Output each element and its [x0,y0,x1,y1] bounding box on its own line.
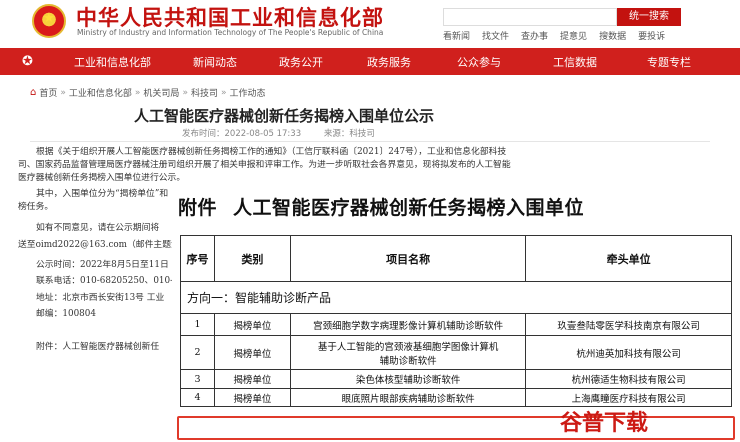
cell-number: 3 [180,369,215,389]
award-table: 序号 类别 项目名称 牵头单位 方向一：智能辅助诊断产品 1 揭榜单位 宫颈细胞… [180,235,732,407]
top-link-services[interactable]: 查办事 [521,29,548,42]
nav-item-topics[interactable]: 专题专栏 [647,54,691,70]
nav-item-news[interactable]: 新闻动态 [193,54,237,70]
article-paragraph-line: 司、国家药品监督管理局医疗器械注册司组织开展了相关申报和评审工作。为进一步听取社… [18,160,511,170]
nav-item-ministry[interactable]: 工业和信息化部 [74,54,151,70]
attachment-link[interactable]: 附件：人工智能医疗器械创新任 [36,341,159,354]
attachment-heading: 人工智能医疗器械创新任务揭榜入围单位 [233,197,585,219]
cell-type: 揭榜单位 [213,369,291,389]
nav-item-disclosure[interactable]: 政务公开 [279,54,323,70]
search-button[interactable]: 统一搜索 [617,8,681,26]
article-paragraph-line: 其中，入围单位分为“揭榜单位”和 [36,189,169,199]
cell-project: 宫颈细胞学数字病理影像计算机辅助诊断软件 [289,313,527,336]
article-paragraph-line: 如有不同意见，请在公示期间将 [36,223,160,233]
breadcrumb-science-dept[interactable]: 科技司 [191,86,218,99]
top-link-news[interactable]: 看新闻 [443,29,470,42]
national-emblem-icon [32,4,66,38]
watermark-logo: 谷普下载 [560,411,649,436]
cell-lead: 杭州德适生物科技有限公司 [525,369,732,389]
table-row: 2 揭榜单位 基于人工智能的宫颈液基细胞学图像计算机 辅助诊断软件 杭州迪英加科… [180,335,732,370]
attachment-title: 附件 人工智能医疗器械创新任务揭榜入围单位 [178,193,584,220]
breadcrumb-separator: » [134,87,141,98]
cell-number: 1 [180,313,215,336]
table-row: 3 揭榜单位 染色体核型辅助诊断软件 杭州德适生物科技有限公司 [180,369,732,389]
breadcrumb-separator: » [182,87,188,98]
site-subtitle: Ministry of Industry and Information Tec… [77,28,384,37]
top-link-files[interactable]: 找文件 [482,29,509,42]
emblem-nav-icon[interactable]: ✪ [22,54,33,69]
table-section-row: 方向一：智能辅助诊断产品 [180,281,732,314]
cell-project: 染色体核型辅助诊断软件 [289,369,527,389]
cell-lead: 上海鹰瞳医疗科技有限公司 [525,388,732,407]
col-header-lead: 牵头单位 [525,235,732,282]
section-heading: 方向一：智能辅助诊断产品 [180,281,732,314]
col-header-type: 类别 [213,235,291,282]
cell-type: 揭榜单位 [213,388,291,407]
cell-project: 眼底照片眼部疾病辅助诊断软件 [289,388,527,407]
breadcrumb-separator: » [220,87,227,98]
contact-phone: 联系电话：010-68205250、010-883 [36,276,190,286]
highlight-box [177,416,735,440]
top-link-feedback[interactable]: 提意见 [560,29,587,42]
top-link-complaint[interactable]: 要投诉 [638,29,665,42]
breadcrumb-work-news[interactable]: 工作动态 [229,86,265,99]
article-paragraph-line: 根据《关于组织开展人工智能医疗器械创新任务揭榜工作的通知》（工信厅联科函〔202… [36,147,507,157]
nav-item-services[interactable]: 政务服务 [367,54,411,70]
breadcrumb: ⌂ 首页 » 工业和信息化部 » 机关司局 » 科技司 » 工作动态 [30,86,266,99]
article-paragraph-line: 榜任务。 [18,202,54,212]
home-icon: ⌂ [30,87,37,98]
article-paragraph-line: 医疗器械创新任务揭榜入围单位进行公示。 [18,173,186,183]
title-divider [30,141,710,142]
article-paragraph-line: 送至oimd2022@163.com（邮件主题注明 [18,240,189,250]
site-header: 中华人民共和国工业和信息化部 Ministry of Industry and … [0,0,740,44]
contact-address: 地址：北京市西长安街13号 工业 [36,293,165,303]
search-input[interactable] [443,8,617,26]
col-header-number: 序号 [180,235,215,282]
breadcrumb-ministry[interactable]: 工业和信息化部 [69,86,132,99]
nav-item-participation[interactable]: 公众参与 [457,54,501,70]
cell-type: 揭榜单位 [213,313,291,336]
cell-project-line: 基于人工智能的宫颈液基细胞学图像计算机 [317,341,499,353]
cell-type: 揭榜单位 [213,335,291,370]
publish-time: 发布时间：2022-08-05 17:33 [182,129,302,139]
main-nav: ✪ 工业和信息化部 新闻动态 政务公开 政务服务 公众参与 工信数据 专题专栏 [0,48,740,75]
breadcrumb-home[interactable]: 首页 [39,86,57,99]
article-source: 来源：科技司 [323,129,375,139]
cell-project-line: 辅助诊断软件 [379,355,437,367]
page-title: 人工智能医疗器械创新任务揭榜入围单位公示 [134,107,435,125]
cell-number: 2 [180,335,215,370]
cell-lead: 玖壹叁陆零医学科技南京有限公司 [525,313,732,336]
announcement-period: 公示时间：2022年8月5日至11日 [36,260,169,270]
top-link-data[interactable]: 搜数据 [599,29,626,42]
top-links: 看新闻 找文件 查办事 提意见 搜数据 要投诉 [443,29,665,42]
nav-item-data[interactable]: 工信数据 [553,54,597,70]
article-meta: 发布时间：2022-08-05 17:33 来源：科技司 [182,127,395,139]
table-row: 4 揭榜单位 眼底照片眼部疾病辅助诊断软件 上海鹰瞳医疗科技有限公司 [180,388,732,407]
cell-number: 4 [180,388,215,407]
postal-code: 邮编：100804 [36,309,96,319]
breadcrumb-departments[interactable]: 机关司局 [143,86,179,99]
table-header-row: 序号 类别 项目名称 牵头单位 [180,235,732,282]
col-header-project: 项目名称 [289,235,527,282]
table-row: 1 揭榜单位 宫颈细胞学数字病理影像计算机辅助诊断软件 玖壹叁陆零医学科技南京有… [180,313,732,336]
attachment-preview: 附件 人工智能医疗器械创新任务揭榜入围单位 序号 类别 项目名称 牵头单位 方向一… [172,187,740,442]
attachment-label: 附件 [178,197,218,219]
cell-lead: 杭州迪英加科技有限公司 [525,335,732,370]
cell-project: 基于人工智能的宫颈液基细胞学图像计算机 辅助诊断软件 [289,335,527,370]
breadcrumb-separator: » [60,87,66,98]
